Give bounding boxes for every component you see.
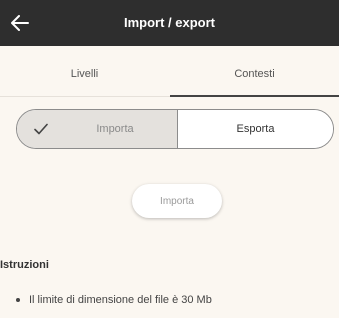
check-icon	[34, 123, 48, 135]
instruction-text: Il limite di dimensione del file è 30 Mb	[29, 294, 212, 306]
page-title: Import / export	[123, 15, 215, 30]
app-bar: Import / export	[0, 0, 339, 46]
tab-contesti[interactable]: Contesti	[170, 46, 339, 96]
export-option-label: Esporta	[236, 123, 275, 135]
import-option-label: Importa	[96, 123, 134, 135]
bullet-icon	[16, 298, 20, 302]
import-export-screen: Import / export Livelli Contesti Importa…	[0, 0, 339, 318]
import-export-toggle: Importa Esporta	[16, 109, 334, 149]
instructions-title: Istruzioni	[0, 259, 49, 271]
tab-bar: Livelli Contesti	[0, 46, 339, 97]
tab-livelli[interactable]: Livelli	[0, 46, 169, 96]
export-option[interactable]: Esporta	[178, 110, 333, 148]
import-option[interactable]: Importa	[17, 110, 178, 148]
import-button[interactable]: Importa	[132, 184, 222, 218]
list-item: Il limite di dimensione del file è 30 Mb	[16, 294, 212, 306]
tab-selected-indicator	[170, 95, 339, 97]
